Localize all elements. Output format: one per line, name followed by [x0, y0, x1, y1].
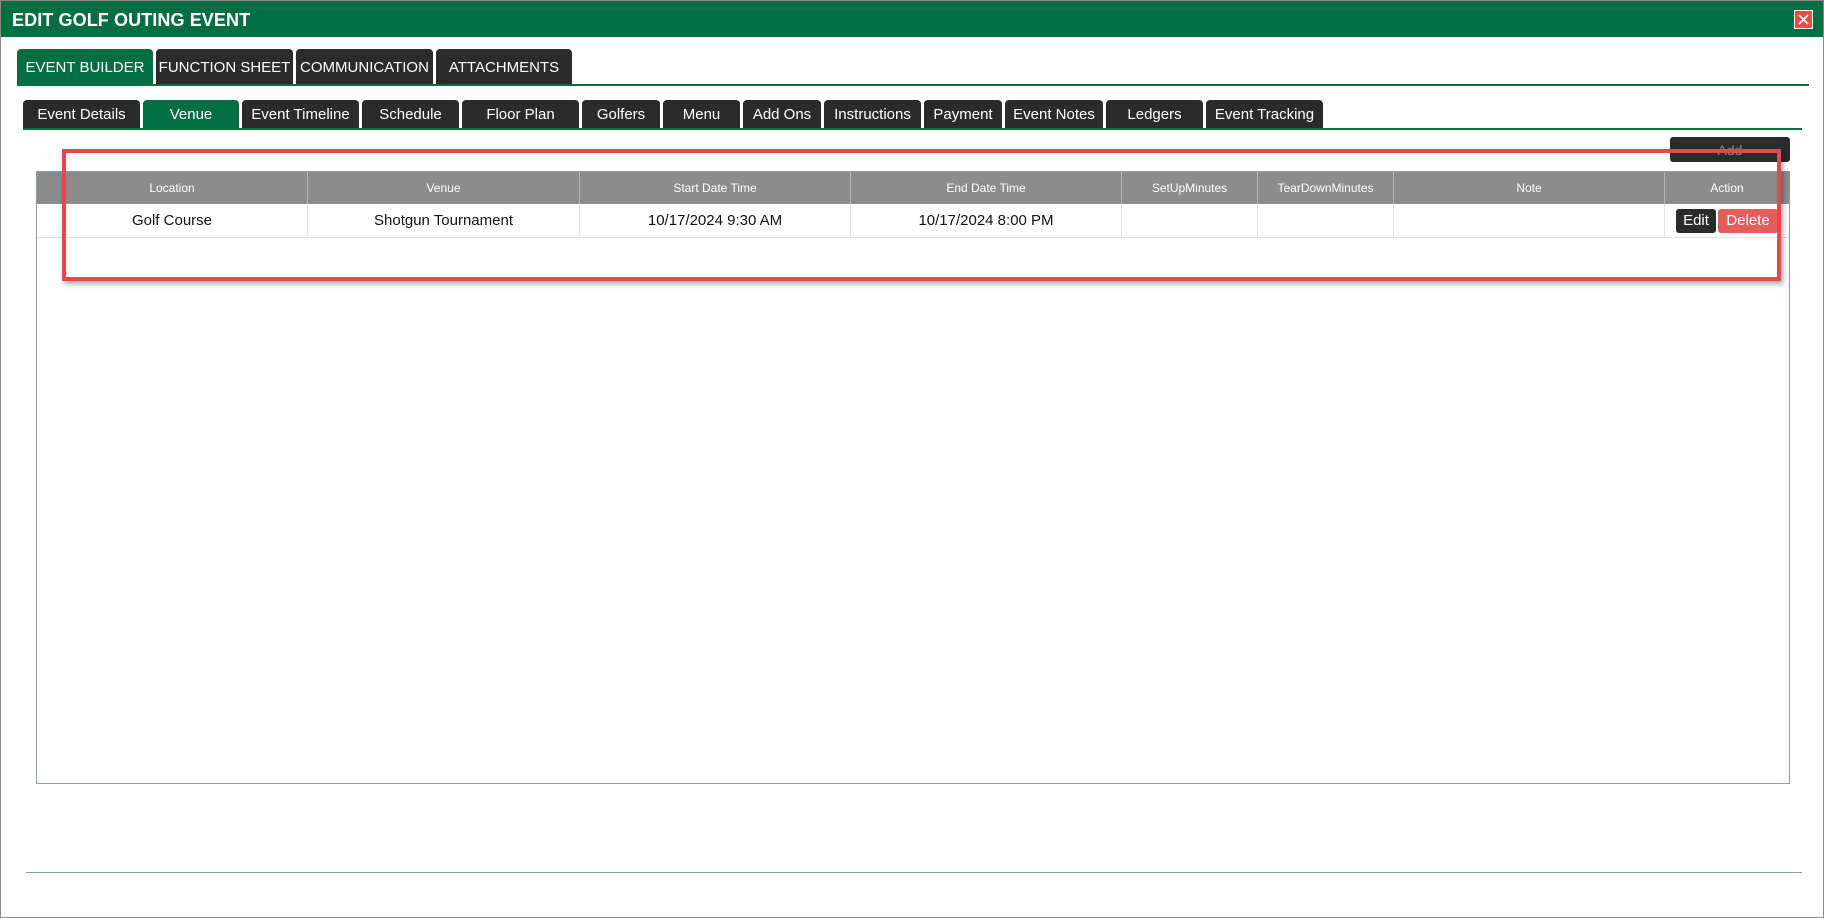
tab-event-tracking[interactable]: Event Tracking — [1206, 100, 1323, 129]
column-header-action: Action — [1710, 181, 1744, 195]
column-header-note[interactable]: Note — [1394, 172, 1665, 204]
column-header-teardown-minutes[interactable]: TearDownMinutes — [1258, 172, 1394, 204]
sub-tab-divider — [23, 128, 1802, 130]
column-header-venue[interactable]: Venue — [308, 172, 580, 204]
grid-header: Location Venue Start Date Time End Date … — [37, 172, 1789, 204]
tab-venue[interactable]: Venue — [143, 100, 239, 129]
column-header-setup-minutes[interactable]: SetUpMinutes — [1122, 172, 1258, 204]
tab-event-details[interactable]: Event Details — [23, 100, 140, 129]
tab-event-notes[interactable]: Event Notes — [1005, 100, 1103, 129]
cell-location: Golf Course — [37, 204, 308, 237]
close-button[interactable] — [1794, 10, 1813, 29]
tab-ledgers[interactable]: Ledgers — [1106, 100, 1203, 129]
tab-golfers[interactable]: Golfers — [582, 100, 660, 129]
column-header-location[interactable]: Location — [37, 172, 308, 204]
tab-communication[interactable]: COMMUNICATION — [296, 49, 433, 86]
cell-teardown-minutes — [1258, 204, 1394, 237]
tab-schedule[interactable]: Schedule — [362, 100, 459, 129]
tab-menu[interactable]: Menu — [663, 100, 740, 129]
edit-button[interactable]: Edit — [1676, 208, 1716, 233]
dialog-title: EDIT GOLF OUTING EVENT — [12, 10, 251, 30]
cell-end-date-time: 10/17/2024 8:00 PM — [851, 204, 1122, 237]
cell-venue: Shotgun Tournament — [308, 204, 580, 237]
cell-setup-minutes — [1122, 204, 1258, 237]
venue-grid: Location Venue Start Date Time End Date … — [36, 171, 1790, 784]
tab-event-timeline[interactable]: Event Timeline — [242, 100, 359, 129]
tab-payment[interactable]: Payment — [924, 100, 1002, 129]
tab-attachments[interactable]: ATTACHMENTS — [436, 49, 572, 86]
close-icon — [1798, 14, 1809, 25]
title-bar: EDIT GOLF OUTING EVENT — [1, 1, 1823, 37]
cell-action: Edit Delete — [1665, 204, 1789, 237]
cell-start-date-time: 10/17/2024 9:30 AM — [580, 204, 851, 237]
table-row[interactable]: Golf Course Shotgun Tournament 10/17/202… — [37, 204, 1789, 238]
sub-tab-bar: Event Details Venue Event Timeline Sched… — [23, 100, 1326, 129]
footer-divider — [26, 872, 1802, 873]
column-header-start-date-time[interactable]: Start Date Time — [580, 172, 851, 204]
main-tab-divider — [17, 84, 1809, 86]
main-tab-bar: EVENT BUILDER FUNCTION SHEET COMMUNICATI… — [17, 49, 575, 86]
delete-button[interactable]: Delete — [1718, 208, 1778, 233]
column-header-end-date-time[interactable]: End Date Time — [851, 172, 1122, 204]
add-venue-button[interactable]: Add — [1670, 137, 1790, 162]
tab-instructions[interactable]: Instructions — [824, 100, 921, 129]
edit-golf-outing-dialog: EDIT GOLF OUTING EVENT EVENT BUILDER FUN… — [0, 0, 1824, 918]
tab-floor-plan[interactable]: Floor Plan — [462, 100, 579, 129]
tab-add-ons[interactable]: Add Ons — [743, 100, 821, 129]
cell-note — [1394, 204, 1665, 237]
tab-function-sheet[interactable]: FUNCTION SHEET — [156, 49, 293, 86]
tab-event-builder[interactable]: EVENT BUILDER — [17, 49, 153, 86]
